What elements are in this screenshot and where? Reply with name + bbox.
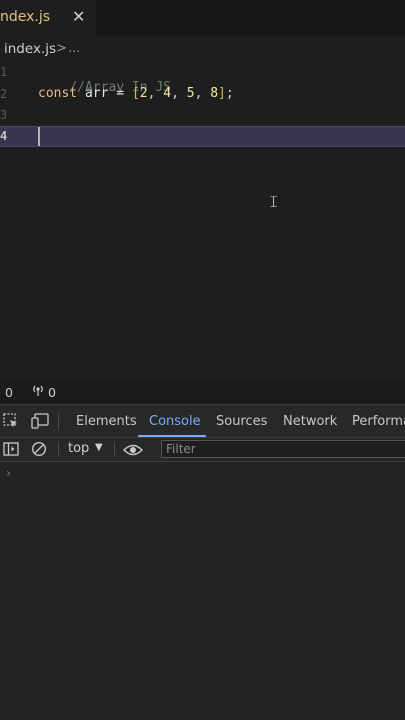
clear-console-icon[interactable] (31, 441, 47, 461)
tab-label: ndex.js (0, 9, 51, 25)
code-number: 2 (139, 86, 148, 101)
tab-network[interactable]: Network (283, 414, 337, 429)
breadcrumb: index.js > ... (0, 36, 405, 62)
status-bar: 0 0 (0, 380, 405, 404)
tab-sources[interactable]: Sources (216, 414, 267, 429)
toolbar-divider (58, 413, 59, 430)
code-comma: , (147, 86, 156, 101)
tab-performance[interactable]: Performan (352, 414, 405, 429)
status-errors[interactable]: 0 (5, 385, 13, 400)
code-semicolon: ; (225, 86, 234, 101)
code-line-2: const arr = [2, 4, 5, 8]; (38, 86, 234, 101)
line-number-active: 4 (0, 129, 8, 143)
line-number: 2 (0, 87, 8, 101)
toolbar-divider (58, 442, 59, 457)
code-comma: , (194, 86, 203, 101)
console-prompt-icon: › (6, 466, 11, 480)
active-tab-indicator (138, 435, 206, 437)
line-number: 1 (0, 65, 8, 79)
code-operator: = (116, 86, 125, 101)
chevron-down-icon[interactable]: ▼ (95, 442, 103, 453)
console-output[interactable]: › (0, 462, 405, 720)
code-variable: arr (84, 86, 109, 101)
tab-elements[interactable]: Elements (76, 414, 137, 429)
breadcrumb-separator: > (56, 41, 67, 56)
code-editor[interactable]: 1 2 3 4 //Array In JS const arr = [2, 4,… (0, 62, 405, 380)
breadcrumb-file[interactable]: index.js (4, 41, 56, 57)
sidebar-toggle-icon[interactable] (3, 441, 19, 461)
toolbar-divider (114, 442, 115, 457)
code-comma: , (171, 86, 179, 101)
line-number: 3 (0, 108, 8, 122)
eye-icon[interactable] (123, 442, 143, 461)
status-ports[interactable]: 0 (48, 385, 56, 400)
device-toolbar-icon[interactable] (31, 413, 49, 433)
close-icon[interactable]: ✕ (72, 7, 85, 26)
breadcrumb-more[interactable]: ... (68, 41, 80, 56)
tab-index-js[interactable]: ndex.js ✕ (0, 0, 96, 36)
console-toolbar: top ▼ Filter (0, 438, 405, 462)
editor-tab-bar: ndex.js ✕ (0, 0, 405, 36)
text-cursor (38, 127, 40, 146)
current-line-highlight (0, 126, 405, 147)
code-bracket: [ (131, 86, 140, 101)
context-selector[interactable]: top (68, 441, 89, 456)
code-keyword: const (38, 86, 78, 101)
devtools-tab-bar: Elements Console Sources Network Perform… (0, 404, 405, 438)
ibeam-cursor-icon: 𝙸 (268, 192, 280, 211)
tab-console[interactable]: Console (149, 414, 201, 429)
code-bracket: ] (218, 86, 226, 101)
filter-placeholder: Filter (166, 442, 196, 456)
code-number: 5 (186, 86, 195, 101)
filter-input[interactable]: Filter (161, 440, 405, 458)
code-number: 8 (210, 86, 219, 101)
code-number: 4 (163, 86, 172, 101)
broadcast-icon[interactable] (31, 383, 45, 401)
inspect-element-icon[interactable] (3, 413, 19, 433)
